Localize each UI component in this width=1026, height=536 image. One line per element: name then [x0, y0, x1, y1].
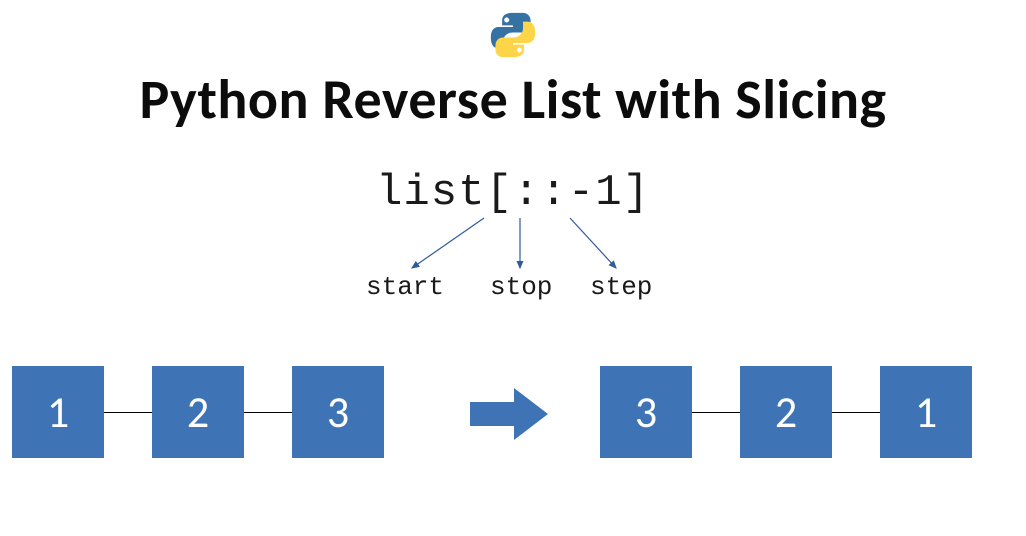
code-expression: list[::-1] — [0, 168, 1026, 218]
connector — [832, 412, 880, 413]
python-logo-icon — [490, 12, 536, 63]
label-step: step — [590, 272, 652, 302]
left-node-1: 1 — [12, 366, 104, 458]
node-value: 1 — [915, 385, 937, 439]
list-diagram: 1 2 3 3 2 1 — [0, 352, 1026, 472]
page-title: Python Reverse List with Slicing — [0, 66, 1026, 134]
node-value: 2 — [187, 385, 209, 439]
connector — [244, 412, 292, 413]
right-node-3: 1 — [880, 366, 972, 458]
connector — [104, 412, 152, 413]
connector — [692, 412, 740, 413]
node-value: 3 — [327, 385, 349, 439]
node-value: 3 — [635, 385, 657, 439]
right-node-1: 3 — [600, 366, 692, 458]
node-value: 2 — [775, 385, 797, 439]
transform-arrow-icon — [466, 386, 552, 442]
label-stop: stop — [490, 272, 552, 302]
left-node-3: 3 — [292, 366, 384, 458]
label-start: start — [366, 272, 444, 302]
left-node-2: 2 — [152, 366, 244, 458]
right-node-2: 2 — [740, 366, 832, 458]
node-value: 1 — [47, 385, 69, 439]
